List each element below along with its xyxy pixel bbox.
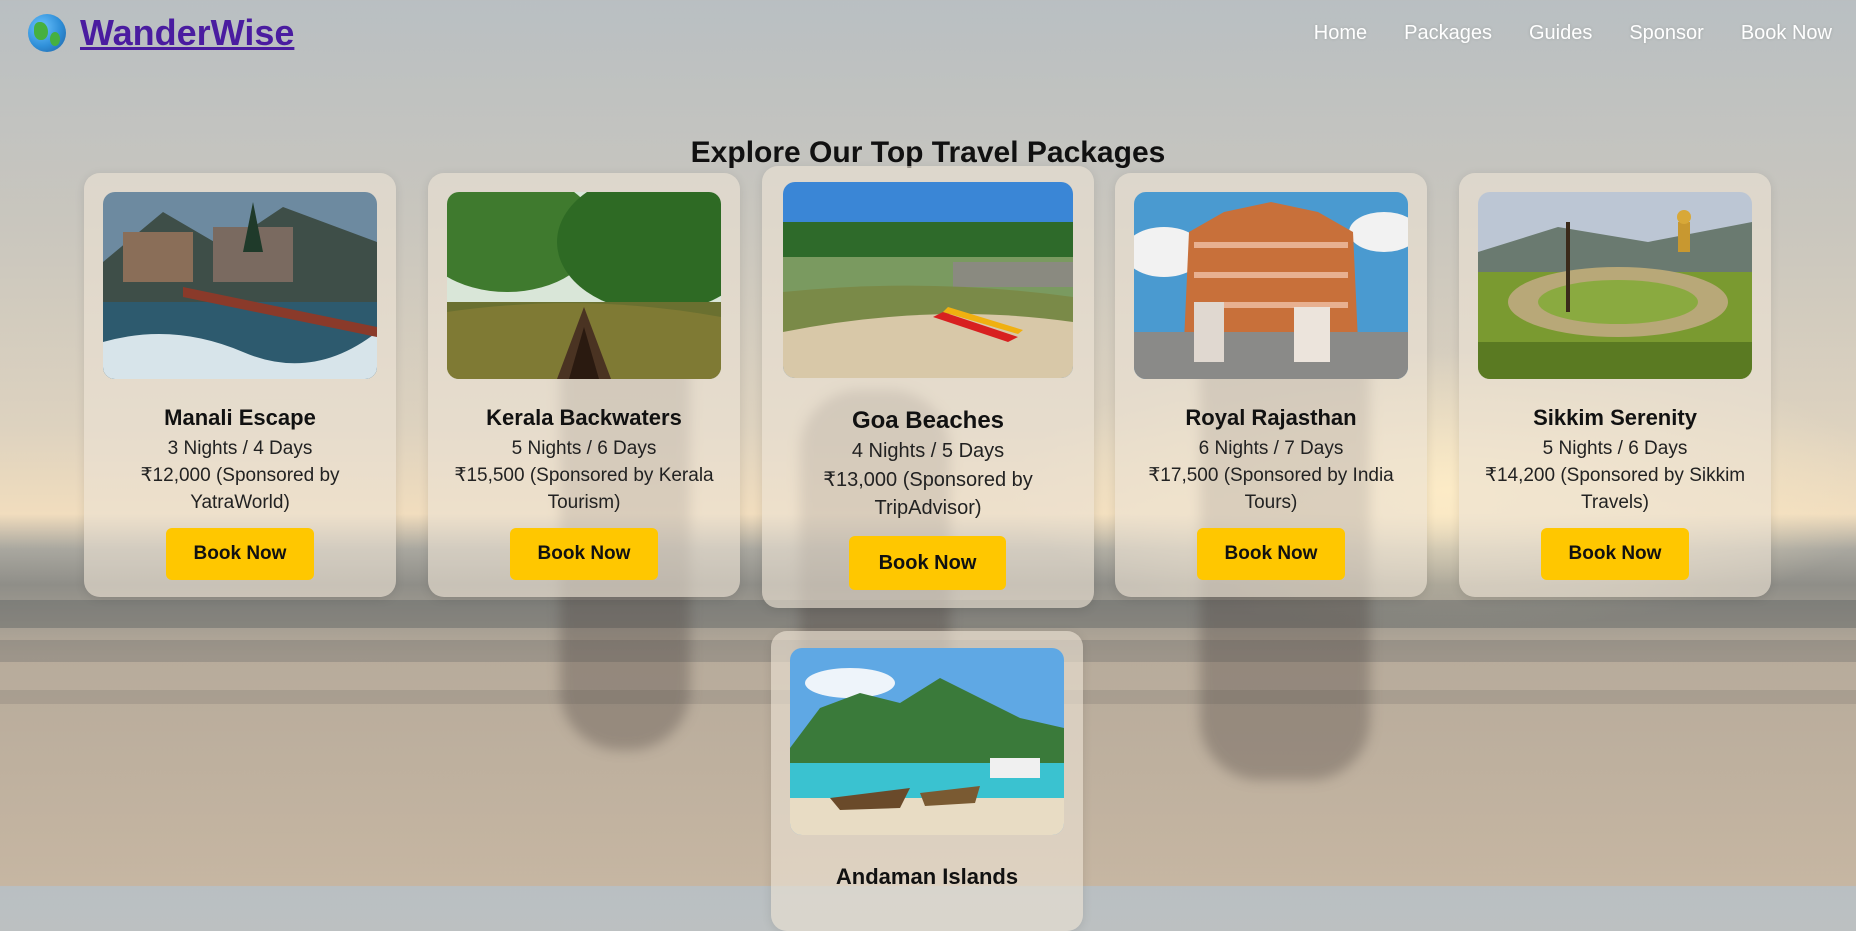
- package-card-manali: Manali Escape 3 Nights / 4 Days ₹12,000 …: [84, 173, 396, 597]
- main-nav: Home Packages Guides Sponsor Book Now: [1314, 22, 1832, 45]
- nav-book-now[interactable]: Book Now: [1741, 22, 1832, 45]
- nav-packages[interactable]: Packages: [1404, 22, 1492, 45]
- package-title: Sikkim Serenity: [1533, 405, 1697, 430]
- package-duration: 4 Nights / 5 Days: [851, 440, 1005, 462]
- package-price: ₹15,500 (Sponsored by Kerala Tourism): [454, 465, 714, 513]
- globe-icon: [28, 14, 66, 52]
- book-now-button[interactable]: Book Now: [1197, 528, 1345, 580]
- package-photo-goa: [783, 182, 1073, 378]
- package-card-sikkim: Sikkim Serenity 5 Nights / 6 Days ₹14,20…: [1459, 173, 1771, 597]
- package-price: ₹17,500 (Sponsored by India Tours): [1148, 465, 1394, 513]
- package-photo-rajasthan: [1134, 192, 1408, 379]
- package-title: Royal Rajasthan: [1185, 405, 1357, 430]
- package-photo-sikkim: [1478, 192, 1752, 379]
- package-photo-manali: [103, 192, 377, 379]
- package-price: ₹13,000 (Sponsored by TripAdvisor): [823, 469, 1033, 519]
- book-now-button[interactable]: Book Now: [510, 528, 658, 580]
- package-duration: 6 Nights / 7 Days: [1198, 438, 1344, 459]
- brand-logo-link[interactable]: WanderWise: [28, 12, 294, 54]
- package-photo-andaman: [790, 648, 1064, 835]
- package-duration: 5 Nights / 6 Days: [1542, 438, 1688, 459]
- package-photo-kerala: [447, 192, 721, 379]
- package-title: Andaman Islands: [835, 864, 1019, 889]
- package-price: ₹12,000 (Sponsored by YatraWorld): [140, 465, 340, 513]
- nav-home[interactable]: Home: [1314, 22, 1367, 45]
- package-title: Manali Escape: [164, 405, 316, 430]
- package-duration: 5 Nights / 6 Days: [511, 438, 657, 459]
- book-now-button[interactable]: Book Now: [849, 536, 1006, 590]
- package-card-kerala: Kerala Backwaters 5 Nights / 6 Days ₹15,…: [428, 173, 740, 597]
- package-duration: 3 Nights / 4 Days: [167, 438, 313, 459]
- package-price: ₹14,200 (Sponsored by Sikkim Travels): [1484, 465, 1746, 513]
- nav-guides[interactable]: Guides: [1529, 22, 1592, 45]
- package-card-goa: Goa Beaches 4 Nights / 5 Days ₹13,000 (S…: [762, 166, 1094, 608]
- section-title: Explore Our Top Travel Packages: [690, 136, 1166, 169]
- package-title: Goa Beaches: [851, 407, 1005, 434]
- brand-name: WanderWise: [80, 12, 295, 53]
- package-card-andaman: Andaman Islands: [771, 631, 1083, 931]
- book-now-button[interactable]: Book Now: [1541, 528, 1689, 580]
- nav-sponsor[interactable]: Sponsor: [1629, 22, 1704, 45]
- package-card-rajasthan: Royal Rajasthan 6 Nights / 7 Days ₹17,50…: [1115, 173, 1427, 597]
- book-now-button[interactable]: Book Now: [166, 528, 314, 580]
- package-title: Kerala Backwaters: [486, 405, 682, 430]
- site-header: WanderWise Home Packages Guides Sponsor …: [0, 0, 1856, 72]
